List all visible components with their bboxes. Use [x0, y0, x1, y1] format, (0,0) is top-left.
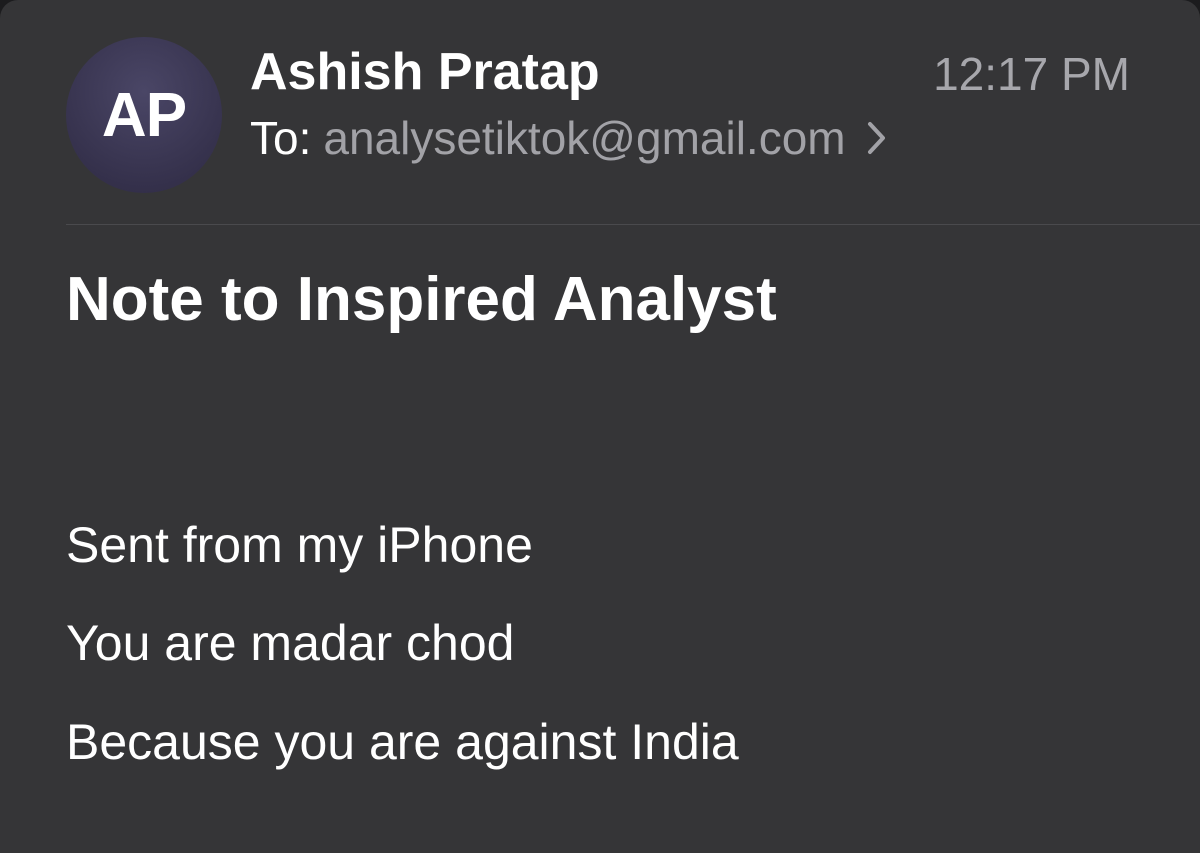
email-subject: Note to Inspired Analyst — [66, 265, 777, 334]
email-message-view: AP Ashish Pratap 12:17 PM To: analysetik… — [0, 0, 1200, 853]
message-timestamp: 12:17 PM — [933, 48, 1130, 100]
chevron-right-icon — [866, 120, 888, 156]
body-line: Because you are against India — [66, 714, 739, 770]
sender-avatar[interactable]: AP — [66, 37, 222, 193]
avatar-initials: AP — [101, 80, 187, 150]
to-label: To: — [250, 112, 312, 164]
sender-name[interactable]: Ashish Pratap — [250, 40, 600, 104]
body-line: You are madar chod — [66, 615, 515, 671]
body-line: Sent from my iPhone — [66, 517, 533, 573]
header-divider — [66, 224, 1200, 225]
recipient-address: analysetiktok@gmail.com — [323, 112, 846, 164]
recipient-details-button[interactable]: To: analysetiktok@gmail.com — [250, 108, 888, 168]
